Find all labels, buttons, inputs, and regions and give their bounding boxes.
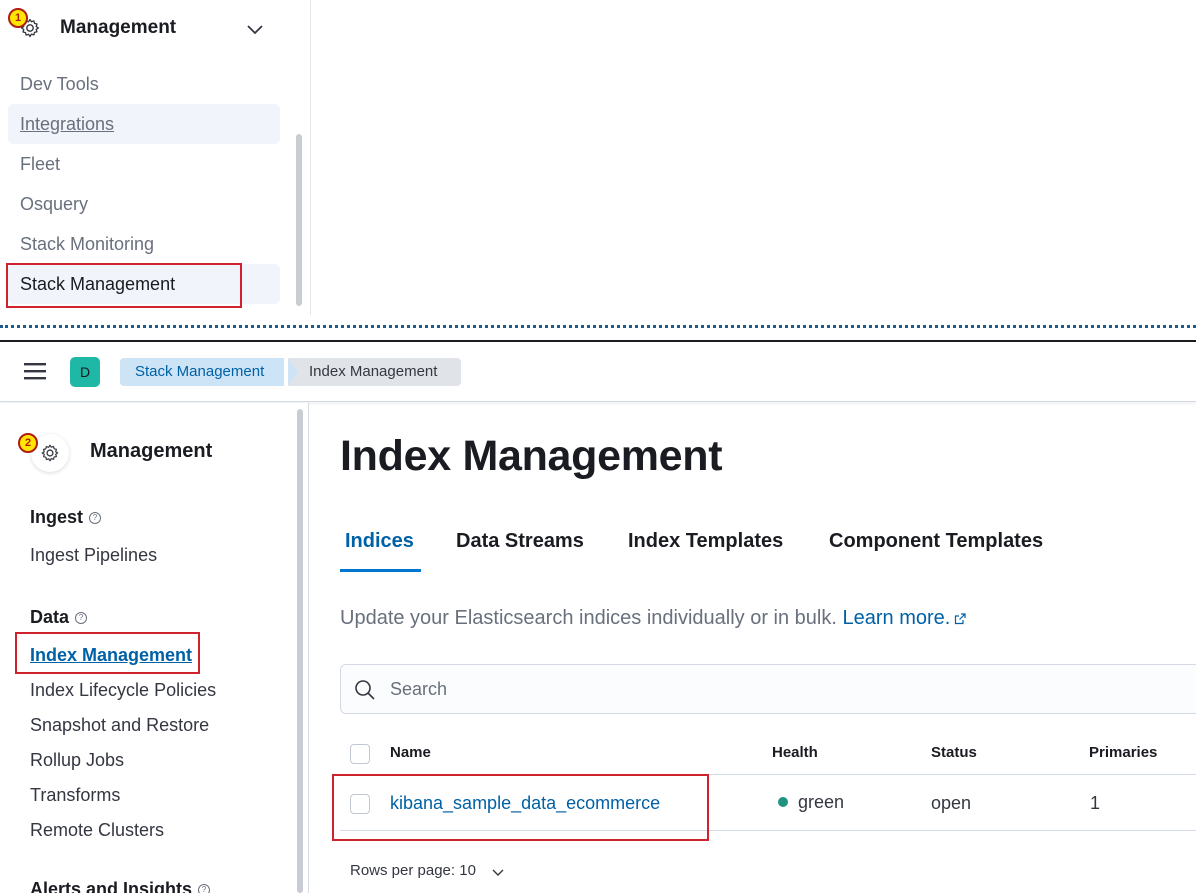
scrollbar[interactable] (297, 409, 303, 893)
breadcrumb-index-management: Index Management (288, 358, 461, 386)
tab-indices[interactable]: Indices (345, 530, 414, 553)
health-value: green (798, 792, 845, 812)
highlight-box-stack-management (6, 263, 242, 308)
sidebar-item-rollup-jobs[interactable]: Rollup Jobs (30, 750, 124, 771)
search-input[interactable] (340, 664, 1196, 714)
rows-per-page-selector[interactable]: Rows per page: 10 (350, 862, 476, 879)
nav-item-fleet[interactable]: Fleet (8, 144, 280, 184)
tab-component-templates[interactable]: Component Templates (829, 530, 1043, 553)
external-link-icon (955, 613, 966, 624)
learn-more-label: Learn more. (842, 607, 951, 629)
scrollbar[interactable] (296, 134, 302, 306)
gear-icon (41, 444, 59, 462)
status-value: open (931, 793, 972, 813)
sidebar-item-transforms[interactable]: Transforms (30, 785, 120, 806)
tab-selected-indicator (340, 569, 421, 572)
column-header-primaries[interactable]: Primaries (1089, 744, 1157, 761)
primaries-value: 1 (1090, 793, 1101, 813)
help-icon[interactable]: ? (89, 512, 102, 525)
highlight-box-index-management (15, 632, 200, 674)
tab-data-streams[interactable]: Data Streams (456, 530, 584, 553)
breadcrumb-stack-management[interactable]: Stack Management (120, 358, 285, 386)
sidebar-item-ingest-pipelines[interactable]: Ingest Pipelines (30, 545, 157, 566)
learn-more-link[interactable]: Learn more. (842, 607, 966, 629)
nav-item-stack-monitoring[interactable]: Stack Monitoring (8, 224, 280, 264)
section-heading-alerts-and-insights: Alerts and Insights? (30, 879, 211, 893)
sidebar-item-index-lifecycle-policies[interactable]: Index Lifecycle Policies (30, 680, 216, 701)
divider (0, 325, 1196, 329)
description-text: Update your Elasticsearch indices indivi… (340, 607, 837, 629)
section-heading-label: Ingest (30, 507, 84, 527)
chevron-down-icon[interactable] (244, 18, 266, 40)
page-description: Update your Elasticsearch indices indivi… (340, 607, 966, 630)
step-badge-1: 1 (8, 8, 28, 28)
nav-item-dev-tools[interactable]: Dev Tools (8, 64, 280, 104)
section-heading-label: Data (30, 607, 70, 627)
column-header-status[interactable]: Status (931, 744, 977, 761)
health-status-dot (778, 797, 788, 807)
sidebar-item-remote-clusters[interactable]: Remote Clusters (30, 820, 164, 841)
search-placeholder: Search (390, 679, 448, 699)
highlight-box-index-row (332, 774, 709, 841)
select-all-checkbox[interactable] (350, 744, 370, 764)
menu-icon[interactable] (24, 362, 46, 380)
nav-item-osquery[interactable]: Osquery (8, 184, 280, 224)
help-icon[interactable]: ? (198, 884, 211, 893)
sidebar-title: Management (90, 440, 213, 462)
section-heading-data: Data? (30, 607, 88, 628)
section-heading-label: Alerts and Insights (30, 879, 193, 893)
search-icon (355, 680, 375, 700)
column-header-name[interactable]: Name (390, 744, 431, 761)
step-badge-2: 2 (18, 433, 38, 453)
tab-index-templates[interactable]: Index Templates (628, 530, 783, 553)
management-group-title[interactable]: Management (60, 17, 176, 39)
column-header-health[interactable]: Health (772, 744, 818, 761)
space-avatar[interactable]: D (70, 357, 100, 387)
breadcrumb-separator (288, 358, 298, 386)
nav-item-integrations[interactable]: Integrations (8, 104, 280, 144)
chevron-down-icon[interactable] (491, 865, 505, 879)
help-icon[interactable]: ? (75, 612, 88, 625)
sidebar-item-snapshot-and-restore[interactable]: Snapshot and Restore (30, 715, 209, 736)
page-title: Index Management (340, 432, 723, 480)
section-heading-ingest: Ingest? (30, 507, 102, 528)
